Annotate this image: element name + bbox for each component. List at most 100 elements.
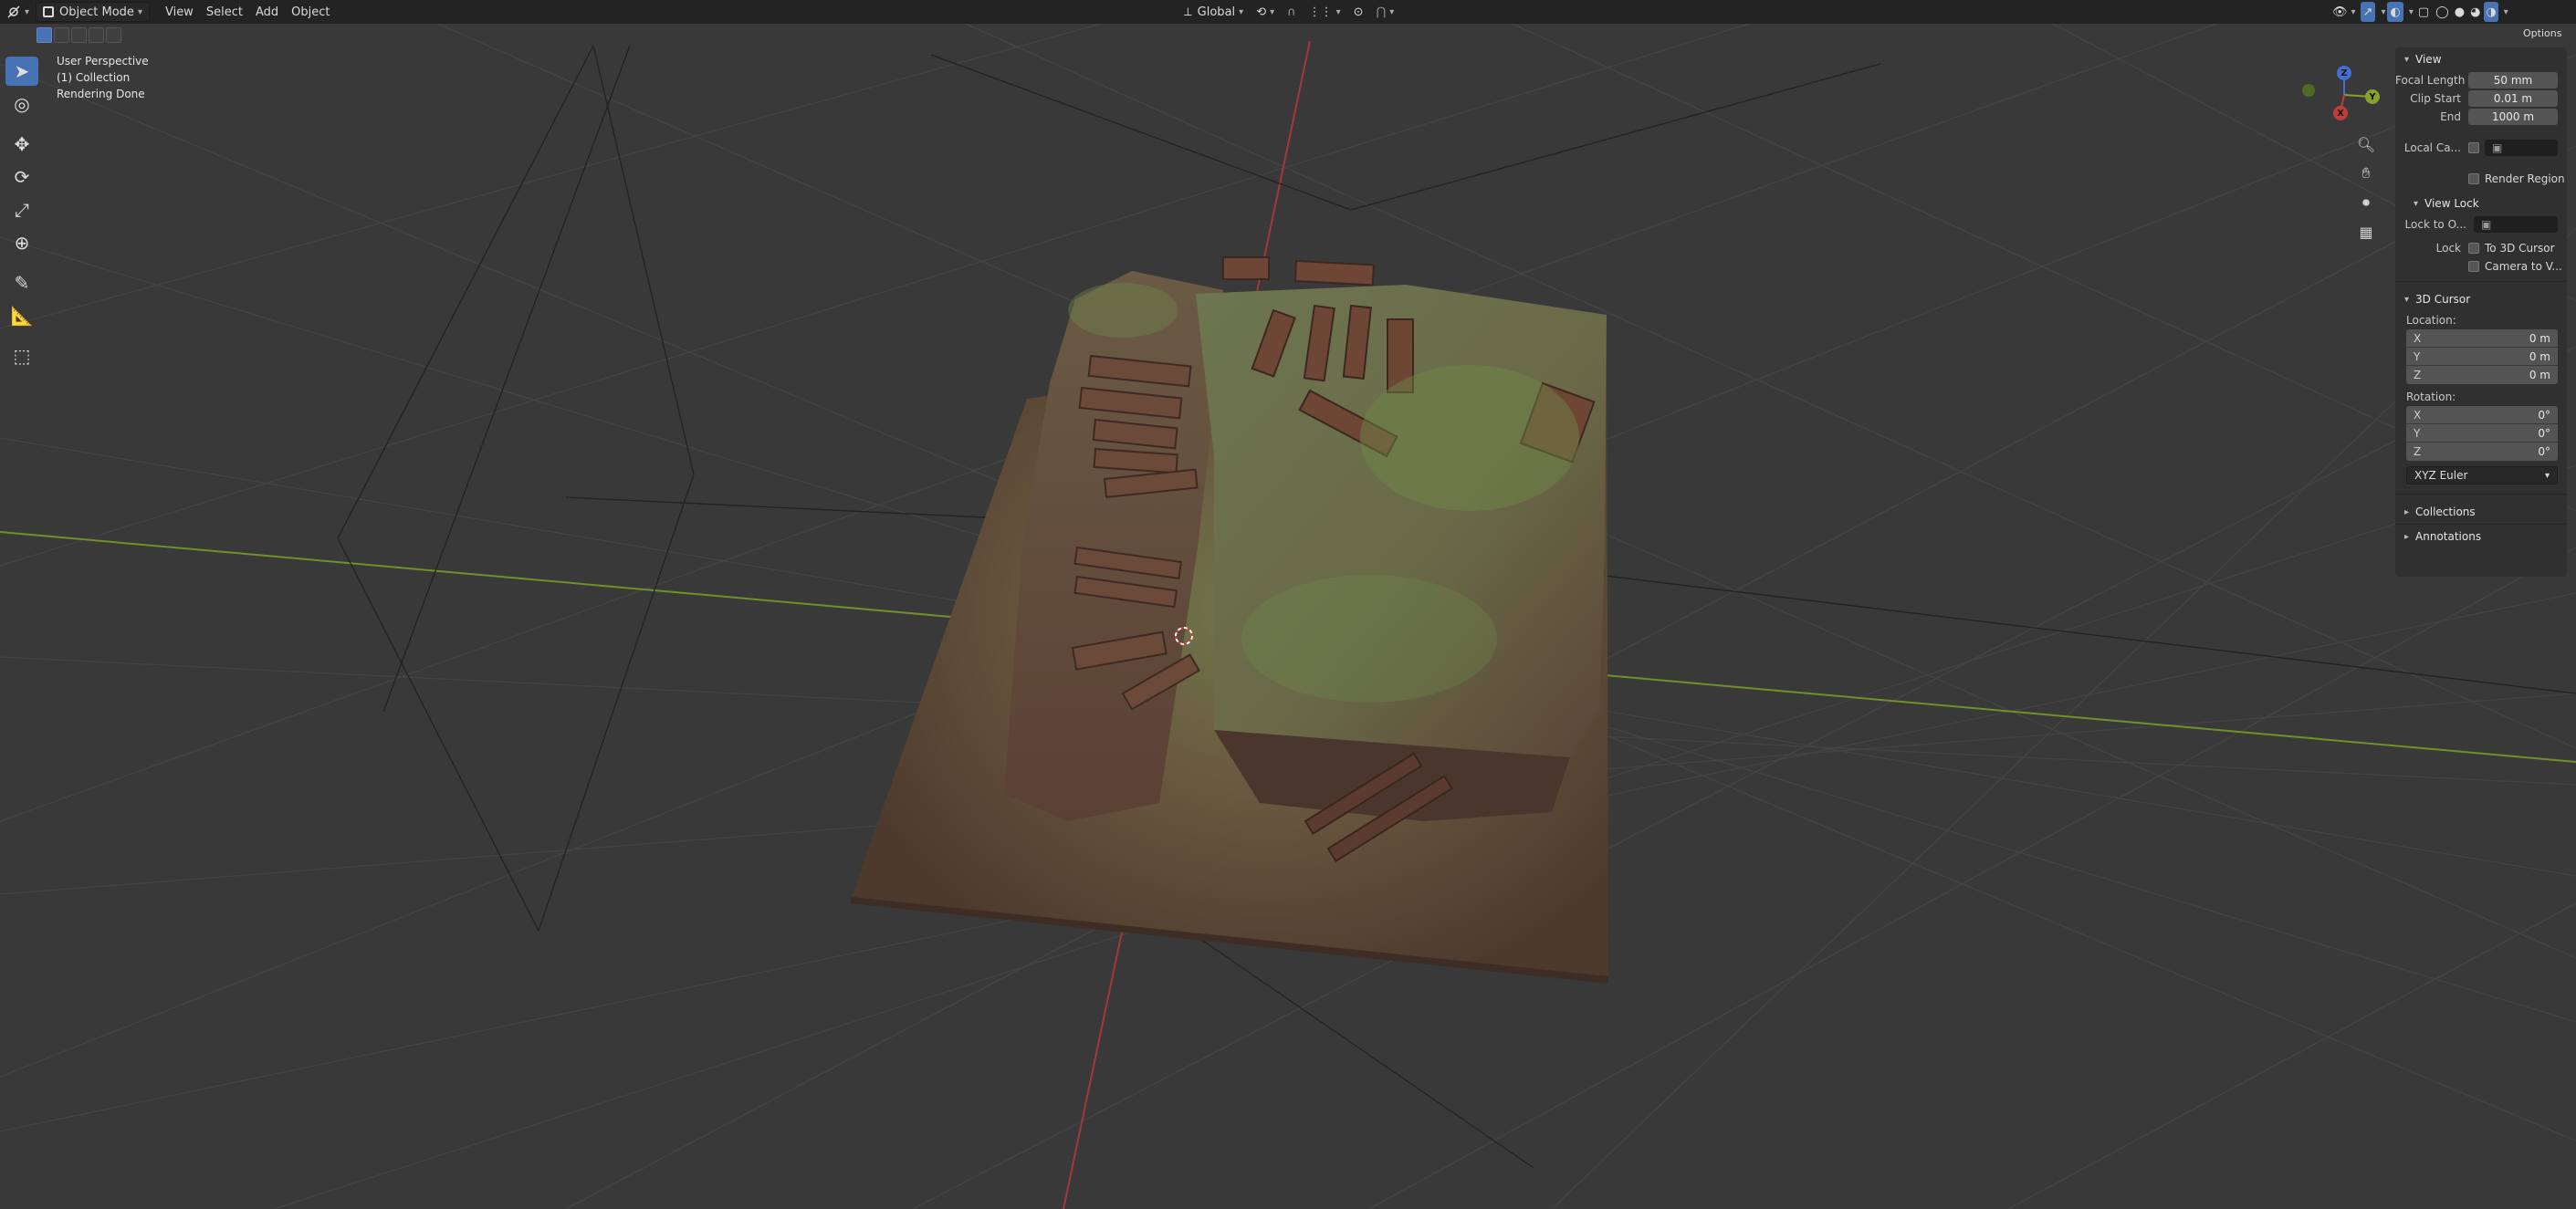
select-extend-button[interactable] bbox=[54, 27, 69, 43]
menu-view[interactable]: View bbox=[159, 2, 200, 22]
options-button[interactable]: Options bbox=[2523, 27, 2561, 39]
mode-selector[interactable]: Object Mode ▾ bbox=[36, 2, 150, 22]
location-label: Location: bbox=[2406, 314, 2456, 327]
orientation-icon: ⟂ bbox=[1184, 5, 1192, 19]
view-panel-header[interactable]: ▾ View bbox=[2395, 47, 2567, 71]
annotate-tool[interactable]: ✎ bbox=[5, 268, 38, 297]
transform-tool[interactable]: ⊕ bbox=[5, 228, 38, 257]
3d-viewport[interactable] bbox=[0, 0, 2576, 1209]
shading-wireframe[interactable]: ◯ bbox=[2434, 2, 2451, 22]
xray-toggle[interactable]: ▢ bbox=[2415, 2, 2432, 22]
location-y-field[interactable]: Y0 m bbox=[2406, 348, 2558, 366]
photogrammetry-model[interactable] bbox=[850, 256, 1608, 984]
clip-end-field[interactable]: 1000 m bbox=[2468, 109, 2558, 125]
visibility-button[interactable]: 👁 ▾ bbox=[2330, 2, 2359, 22]
select-box-tool[interactable]: ➤ bbox=[5, 57, 38, 86]
rotation-y-field[interactable]: Y 0° bbox=[2406, 424, 2558, 443]
falloff-button[interactable]: ⋂ ▾ bbox=[1370, 2, 1401, 22]
camera-icon: ⏺ bbox=[2361, 193, 2370, 211]
render-region-checkbox[interactable] bbox=[2468, 173, 2479, 184]
rotation-mode-dropdown[interactable]: XYZ Euler ▾ bbox=[2406, 466, 2558, 485]
gizmo-z-axis[interactable]: Z bbox=[2337, 66, 2351, 80]
scale-tool[interactable]: ⤢ bbox=[5, 195, 38, 224]
select-new-button[interactable] bbox=[37, 27, 52, 43]
material-sphere-icon: ◕ bbox=[2470, 5, 2481, 19]
add-cube-tool[interactable]: ⬚ bbox=[5, 341, 38, 370]
rotation-z-field[interactable]: Z 0° bbox=[2406, 443, 2558, 461]
view-panel-title: View bbox=[2415, 53, 2442, 66]
lock-to-object-label: Lock to O... bbox=[2404, 218, 2466, 231]
rotation-vector: X 0° Y 0° Z 0° bbox=[2406, 406, 2558, 461]
pan-button[interactable]: ✋︎ bbox=[2355, 162, 2377, 184]
ruler-icon: 📐 bbox=[10, 305, 34, 327]
rotation-mode-value: XYZ Euler bbox=[2414, 469, 2468, 482]
chevron-down-icon: ▾ bbox=[25, 6, 30, 17]
scale-icon: ⤢ bbox=[15, 199, 29, 221]
viewport-scene[interactable] bbox=[0, 0, 2576, 1209]
menu-object[interactable]: Object bbox=[285, 2, 336, 22]
to-3d-cursor-checkbox[interactable] bbox=[2468, 243, 2479, 254]
camera-view-button[interactable]: ⏺ bbox=[2355, 192, 2377, 214]
snap-toggle[interactable]: ∩ bbox=[1281, 2, 1303, 22]
proportional-edit-toggle[interactable]: ⊙ bbox=[1347, 2, 1370, 22]
local-camera-label: Local Ca... bbox=[2403, 141, 2461, 154]
gizmo-neg-y-axis[interactable] bbox=[2302, 84, 2315, 97]
magnet-icon: ∩ bbox=[1287, 5, 1296, 19]
chevron-down-icon: ▾ bbox=[2404, 294, 2410, 305]
shading-rendered[interactable]: ◑ bbox=[2484, 2, 2498, 22]
shading-material[interactable]: ◕ bbox=[2468, 2, 2482, 22]
rotate-tool[interactable]: ⟳ bbox=[5, 162, 38, 192]
chevron-down-icon: ▾ bbox=[2404, 54, 2410, 65]
object-mode-icon bbox=[43, 6, 55, 17]
snap-icon: ⋮⋮ bbox=[1308, 5, 1333, 19]
move-tool[interactable]: ✥ bbox=[5, 130, 38, 159]
snap-target-button[interactable]: ⋮⋮ ▾ bbox=[1303, 2, 1347, 22]
collections-panel-header[interactable]: ▸ Collections bbox=[2395, 500, 2567, 524]
selection-mode-bar bbox=[37, 27, 121, 46]
menu-select[interactable]: Select bbox=[200, 2, 249, 22]
location-x-field[interactable]: X0 m bbox=[2406, 329, 2558, 348]
focal-length-field[interactable]: 50 mm bbox=[2468, 72, 2558, 89]
chevron-down-icon: ▾ bbox=[1389, 6, 1395, 17]
local-camera-checkbox[interactable] bbox=[2468, 142, 2479, 153]
clip-start-field[interactable]: 0.01 m bbox=[2468, 90, 2558, 107]
view-lock-panel-header[interactable]: ▾ View Lock bbox=[2395, 192, 2567, 215]
location-z-field[interactable]: Z0 m bbox=[2406, 366, 2558, 384]
overlays-toggle[interactable]: ◐ bbox=[2387, 2, 2403, 22]
chevron-down-icon: ▾ bbox=[1239, 6, 1244, 17]
transform-orientation-selector[interactable]: ⟂ Global ▾ bbox=[1178, 2, 1250, 22]
annotations-panel-header[interactable]: ▸ Annotations bbox=[2395, 525, 2567, 548]
chevron-down-icon: ▾ bbox=[1335, 6, 1341, 17]
magnifier-icon: 🔍︎ bbox=[2356, 135, 2376, 153]
gizmo-y-axis[interactable]: Y bbox=[2365, 89, 2380, 104]
lock-to-object-field[interactable]: ▣ bbox=[2474, 216, 2558, 233]
rotation-x-field[interactable]: X 0° bbox=[2406, 406, 2558, 424]
select-invert-button[interactable] bbox=[89, 27, 104, 43]
gizmo-toggle[interactable]: ↗ bbox=[2360, 2, 2376, 22]
measure-tool[interactable]: 📐 bbox=[5, 301, 38, 330]
proportional-icon: ⊙ bbox=[1353, 5, 1364, 19]
ortho-toggle-button[interactable]: ▦ bbox=[2355, 221, 2377, 243]
select-subtract-button[interactable] bbox=[71, 27, 87, 43]
camera-to-view-checkbox[interactable] bbox=[2468, 261, 2479, 272]
select-intersect-button[interactable] bbox=[106, 27, 121, 43]
navigation-gizmo[interactable]: Z Y X bbox=[2300, 58, 2401, 131]
cursor-arrow-icon: ➤ bbox=[14, 60, 30, 82]
grid-icon: ▦ bbox=[2359, 223, 2373, 241]
menu-add[interactable]: Add bbox=[249, 2, 285, 22]
local-camera-field[interactable]: ▣ bbox=[2485, 140, 2558, 156]
pivot-icon: ⟲ bbox=[1256, 5, 1267, 19]
pivot-point-button[interactable]: ⟲ ▾ bbox=[1250, 2, 1281, 22]
editor-type-button[interactable]: ▾ bbox=[0, 2, 36, 22]
zoom-button[interactable]: 🔍︎ bbox=[2355, 133, 2377, 155]
shading-solid[interactable]: ● bbox=[2453, 2, 2466, 22]
3d-cursor-panel-header[interactable]: ▾ 3D Cursor bbox=[2395, 287, 2567, 311]
lock-label: Lock bbox=[2435, 242, 2461, 255]
view-lock-title: View Lock bbox=[2424, 197, 2479, 210]
cursor-tool[interactable]: ◎ bbox=[5, 89, 38, 119]
gizmo-x-axis[interactable]: X bbox=[2333, 106, 2348, 120]
panel-divider bbox=[2395, 281, 2567, 282]
chevron-down-icon: ▾ bbox=[137, 6, 142, 17]
render-status: Rendering Done bbox=[57, 88, 145, 100]
viewport-header: ▾ Object Mode ▾ View Select Add Object ⟂… bbox=[0, 0, 2576, 24]
